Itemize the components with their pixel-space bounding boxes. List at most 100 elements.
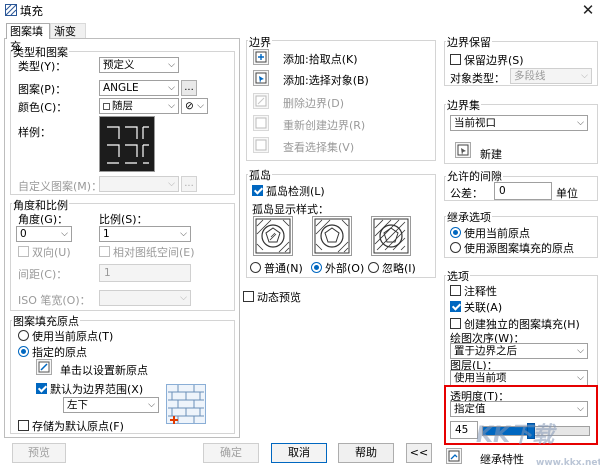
remove-boundaries-button[interactable]	[253, 93, 269, 109]
specified-origin-radio[interactable]	[18, 346, 29, 357]
boundary-set-select[interactable]: 当前视口 ⌵	[450, 115, 588, 131]
boundaries-title: 边界	[248, 34, 272, 50]
new-boundary-set-label: 新建	[480, 148, 502, 161]
island-ignore-icon[interactable]	[371, 216, 411, 256]
inherit-properties-button[interactable]	[446, 448, 462, 464]
recreate-boundary-icon	[255, 117, 267, 129]
set-origin-button[interactable]	[36, 359, 52, 375]
specified-origin-label: 指定的原点	[32, 346, 87, 359]
default-extent-label: 默认为边界范围(X)	[50, 383, 144, 396]
layer-select[interactable]: 使用当前项 ⌵	[450, 370, 588, 386]
recreate-boundary-button[interactable]	[253, 115, 269, 131]
options-title: 选项	[446, 268, 470, 284]
store-default-origin-label: 存储为默认原点(F)	[32, 420, 124, 433]
store-default-origin-checkbox[interactable]	[18, 420, 29, 431]
new-boundary-set-icon	[457, 144, 469, 156]
pattern-select[interactable]: ANGLE ⌵	[99, 80, 179, 96]
pattern-label: 图案(P)：	[18, 83, 67, 96]
ok-button[interactable]: 确定	[203, 443, 259, 463]
associative-label: 关联(A)	[464, 301, 503, 314]
title-bar	[0, 0, 600, 22]
island-normal-label: 普通(N)	[264, 262, 303, 275]
separate-hatches-checkbox[interactable]	[450, 318, 461, 329]
scale-select[interactable]: 1 ⌵	[99, 226, 191, 242]
bidirectional-checkbox[interactable]	[18, 246, 29, 257]
add-select-objects-button[interactable]	[253, 70, 269, 86]
view-selection-button[interactable]	[253, 137, 269, 153]
inherit-current-origin-radio[interactable]	[450, 227, 461, 238]
dynamic-preview-label: 动态预览	[257, 291, 301, 304]
pattern-swatch[interactable]	[99, 116, 155, 172]
island-outer-icon[interactable]	[312, 216, 352, 256]
custom-pattern-select[interactable]: ⌵	[99, 176, 179, 192]
add-pick-points-button[interactable]	[253, 49, 269, 65]
boundary-set-title: 边界集	[446, 97, 481, 113]
remove-boundaries-icon	[255, 95, 267, 107]
window-title: 填充	[20, 4, 43, 18]
color-select[interactable]: 随层 ⌵	[99, 98, 179, 114]
preview-button[interactable]: 预览	[12, 443, 66, 463]
cancel-button[interactable]: 取消	[271, 443, 327, 463]
relative-paper-label: 相对图纸空间(E)	[113, 246, 195, 259]
view-selection-icon	[255, 139, 267, 151]
relative-paper-checkbox[interactable]	[99, 246, 110, 257]
custom-pattern-browse-button[interactable]: ...	[181, 176, 197, 192]
set-origin-icon	[38, 361, 50, 373]
annotative-label: 注释性	[464, 285, 497, 298]
annotative-checkbox[interactable]	[450, 285, 461, 296]
tab-hatch[interactable]: 图案填充	[6, 23, 50, 53]
add-select-objects-label: 添加:选择对象(B)	[283, 74, 369, 87]
island-ignore-label: 忽略(I)	[382, 262, 416, 275]
angle-select[interactable]: 0 ⌵	[16, 226, 72, 242]
tolerance-label: 公差：	[450, 187, 483, 200]
extent-position-select[interactable]: 左下 ⌵	[63, 397, 159, 413]
bidirectional-label: 双向(U)	[32, 246, 71, 259]
boundary-retention-title: 边界保留	[446, 34, 492, 50]
spacing-label: 间距(C)：	[18, 268, 68, 281]
custom-pattern-label: 自定义图案(M)：	[18, 180, 103, 193]
tolerance-input[interactable]: 0	[494, 182, 552, 200]
retain-boundaries-label: 保留边界(S)	[464, 54, 524, 67]
island-outer-label: 外部(O)	[325, 262, 365, 275]
inherit-properties-icon	[448, 450, 460, 462]
hatch-origin-title: 图案填充原点	[12, 313, 80, 329]
brick-origin-preview-icon	[166, 384, 206, 424]
pattern-browse-button[interactable]: ...	[181, 80, 197, 96]
tolerance-unit: 单位	[556, 187, 578, 200]
associative-checkbox[interactable]	[450, 301, 461, 312]
spacing-input[interactable]: 1	[99, 264, 191, 282]
new-boundary-set-button[interactable]	[455, 142, 471, 158]
dynamic-preview-checkbox[interactable]	[243, 291, 254, 302]
close-icon[interactable]: ✕	[578, 1, 598, 19]
watermark-url: www.kkx.net	[536, 458, 600, 468]
island-normal-icon[interactable]	[253, 216, 293, 256]
help-button[interactable]: 帮助	[338, 443, 394, 463]
remove-boundaries-label: 删除边界(D)	[283, 97, 345, 110]
color-label: 颜色(C)：	[18, 101, 68, 114]
island-outer-radio[interactable]	[311, 262, 322, 273]
object-type-label: 对象类型：	[450, 72, 505, 85]
tab-gradient[interactable]: 渐变色	[50, 23, 86, 53]
island-ignore-radio[interactable]	[368, 262, 379, 273]
island-style-label: 孤岛显示样式：	[252, 203, 329, 216]
swatch-label: 样例：	[18, 126, 51, 139]
hatch-app-icon	[5, 4, 17, 16]
object-type-select[interactable]: 多段线 ⌵	[510, 68, 592, 84]
island-detection-checkbox[interactable]	[252, 185, 263, 196]
recreate-boundary-label: 重新创建边界(R)	[283, 119, 366, 132]
angle-label: 角度(G)：	[18, 213, 69, 226]
watermark-logo: KK下载	[476, 423, 555, 448]
iso-pen-width-select[interactable]: ⌵	[99, 290, 191, 306]
inherit-properties-label: 继承特性	[480, 453, 524, 466]
use-current-origin-radio[interactable]	[18, 330, 29, 341]
scale-label: 比例(S)：	[99, 213, 148, 226]
type-select[interactable]: 预定义 ⌵	[99, 57, 179, 73]
default-extent-checkbox[interactable]	[36, 383, 47, 394]
retain-boundaries-checkbox[interactable]	[450, 54, 461, 65]
islands-title: 孤岛	[248, 167, 272, 183]
collapse-button[interactable]: <<	[406, 443, 432, 463]
type-label: 类型(Y)：	[18, 60, 67, 73]
inherit-source-origin-radio[interactable]	[450, 242, 461, 253]
island-normal-radio[interactable]	[250, 262, 261, 273]
background-color-select[interactable]: ⊘ ⌵	[181, 98, 208, 114]
